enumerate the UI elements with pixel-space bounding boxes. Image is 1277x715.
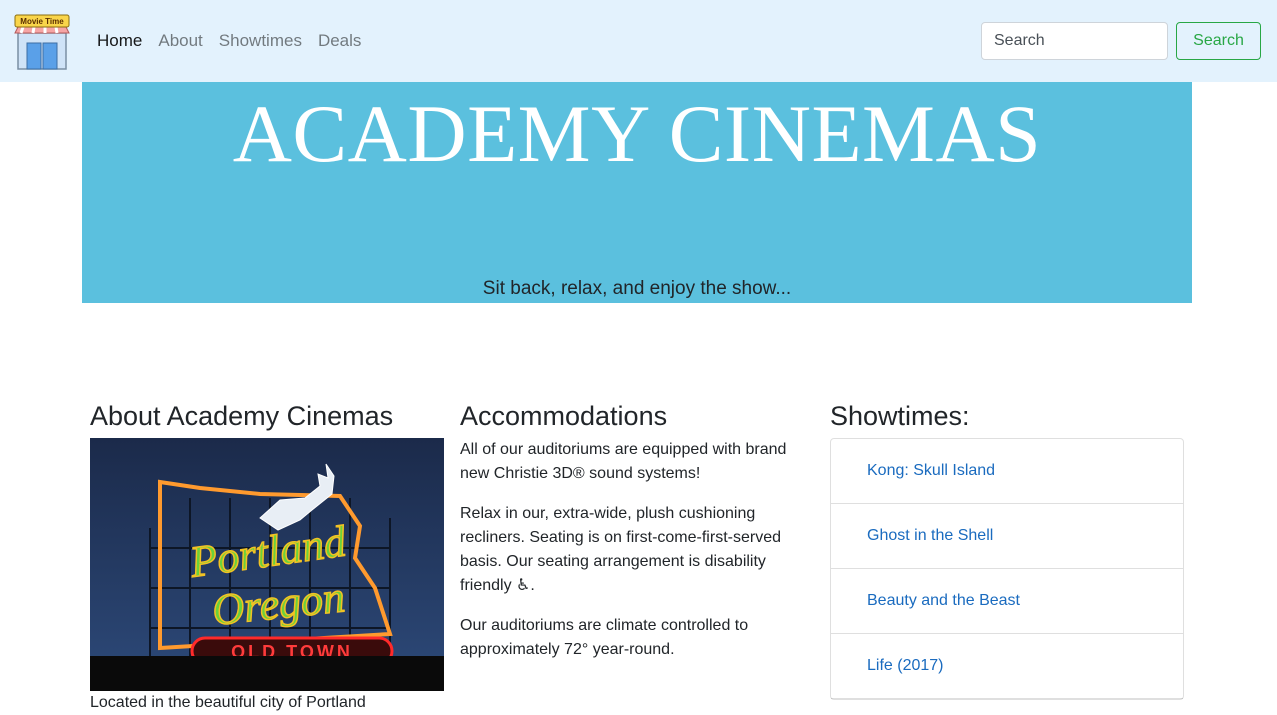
list-item: Ghost in the Shell (831, 504, 1183, 569)
movie-link-kong[interactable]: Kong: Skull Island (867, 462, 995, 480)
list-item: Life (2017) (831, 634, 1183, 699)
list-item: Kong: Skull Island (831, 439, 1183, 504)
movie-link-life-2017[interactable]: Life (2017) (867, 657, 944, 675)
hero-lead: Sit back, relax, and enjoy the show... (482, 278, 792, 299)
showtimes-section: Showtimes: Kong: Skull Island Ghost in t… (830, 400, 1184, 700)
about-caption: Located in the beautiful city of Portlan… (90, 694, 366, 711)
accommodations-paragraph: Our auditoriums are climate controlled t… (460, 617, 749, 658)
accommodations-paragraph: All of our auditoriums are equipped with… (460, 441, 787, 482)
about-section: About Academy Cinemas Portland Oregon OL… (90, 400, 444, 715)
nav-link-showtimes[interactable]: Showtimes (219, 31, 302, 51)
hero-banner: ACADEMY CINEMAS Sit back, relax, and enj… (82, 82, 1192, 303)
movie-link-beauty-and-the-beast[interactable]: Beauty and the Beast (867, 592, 1020, 610)
showtimes-heading: Showtimes: (830, 401, 970, 431)
nav-link-home[interactable]: Home (97, 31, 142, 51)
svg-text:Movie Time: Movie Time (20, 17, 64, 26)
list-item: Beauty and the Beast (831, 569, 1183, 634)
search-button[interactable]: Search (1176, 22, 1261, 60)
accommodations-paragraph: Relax in our, extra-wide, plush cushioni… (460, 505, 781, 594)
movie-link-ghost-in-the-shell[interactable]: Ghost in the Shell (867, 527, 993, 545)
movie-time-logo[interactable]: Movie Time (13, 13, 71, 71)
about-heading: About Academy Cinemas (90, 401, 394, 431)
hero-title: ACADEMY CINEMAS (232, 88, 1042, 179)
nav-link-about[interactable]: About (158, 31, 202, 51)
accommodations-section: Accommodations All of our auditoriums ar… (460, 400, 814, 678)
portland-sign-photo: Portland Oregon OLD TOWN (90, 438, 444, 691)
search-input[interactable] (981, 22, 1168, 60)
nav-links: Home About Showtimes Deals (97, 31, 377, 51)
nav-link-deals[interactable]: Deals (318, 31, 361, 51)
showtimes-list: Kong: Skull Island Ghost in the Shell Be… (830, 438, 1184, 700)
accommodations-heading: Accommodations (460, 401, 668, 431)
navbar: Movie Time Home About Showtimes Deals Se… (0, 0, 1277, 82)
